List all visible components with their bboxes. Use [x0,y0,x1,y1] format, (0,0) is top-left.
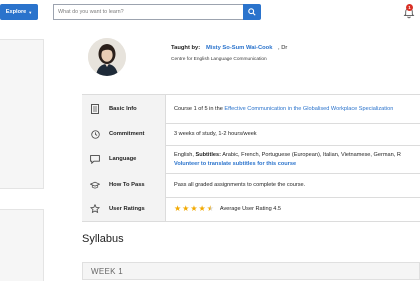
info-label: How To Pass [109,182,145,188]
star-icon: ★ [198,204,206,213]
info-value: ★ ★ ★ ★ ★ Average User Rating 4.5 [166,197,420,221]
info-label-cell: Basic Info [82,95,166,123]
info-row-how-to-pass: How To Pass Pass all graded assignments … [82,173,420,198]
info-row-user-ratings: User Ratings ★ ★ ★ ★ ★ Average User Rati… [82,197,420,222]
chevron-down-icon: ▼ [28,9,33,15]
average-rating-text: Average User Rating 4.5 [219,206,282,212]
info-row-basic-info: Basic Info Course 1 of 5 in the Effectiv… [82,95,420,124]
info-value: Pass all graded assignments to complete … [166,173,420,197]
info-value: English, Subtitles: Arabic, French, Port… [166,145,420,173]
notification-badge: 1 [406,4,413,11]
graduation-cap-icon [90,180,100,190]
taught-by-label: Taught by: [171,45,201,51]
info-row-language: Language English, Subtitles: Arabic, Fre… [82,145,420,174]
basic-info-text: Course 1 of 5 in the [174,106,225,112]
search-icon [248,8,256,16]
search-input[interactable]: What do you want to learn? [53,4,243,20]
instructor-title: , Dr [278,45,288,51]
info-label: User Ratings [109,206,145,212]
course-info-table: Basic Info Course 1 of 5 in the Effectiv… [82,94,420,222]
half-star-icon: ★ [206,204,214,213]
how-to-pass-text: Pass all graded assignments to complete … [174,182,306,188]
star-outline-icon [90,204,100,214]
week-1-section[interactable]: WEEK 1 [82,262,420,280]
star-icon: ★ [182,204,190,213]
commitment-text: 3 weeks of study, 1-2 hours/week [174,131,257,137]
info-value: 3 weeks of study, 1-2 hours/week [166,123,420,145]
instructor-name-link[interactable]: Misty So-Sum Wai-Cook [206,45,272,51]
document-icon [90,104,100,114]
instructor-avatar [88,38,126,76]
search-button[interactable] [243,4,261,20]
volunteer-translate-link[interactable]: Volunteer to translate subtitles for thi… [174,161,420,167]
info-label-cell: How To Pass [82,173,166,197]
top-bar: Explore ▼ What do you want to learn? 1 [0,0,420,26]
sidebar-card [0,209,44,281]
sidebar-card [0,39,44,189]
language-text: English, [174,151,196,158]
info-label: Language [109,156,137,162]
info-label: Commitment [109,131,145,137]
info-label-cell: User Ratings [82,197,166,221]
instructor-organization: Centre for English Language Communicatio… [171,57,267,62]
info-row-commitment: Commitment 3 weeks of study, 1-2 hours/w… [82,123,420,146]
info-value: Course 1 of 5 in the Effective Communica… [166,95,420,123]
info-label-cell: Language [82,145,166,173]
subtitles-label: Subtitles: [195,151,221,158]
specialization-link[interactable]: Effective Communication in the Globalise… [224,106,393,112]
speech-bubble-icon [90,154,100,164]
rating-stars: ★ ★ ★ ★ ★ [174,205,214,213]
search-placeholder: What do you want to learn? [58,9,124,15]
subtitles-list: Arabic, French, Portuguese (European), I… [220,151,401,158]
week-label: WEEK 1 [91,267,124,276]
info-label: Basic Info [109,106,137,112]
info-label-cell: Commitment [82,123,166,145]
language-line: English, Subtitles: Arabic, French, Port… [174,152,420,158]
clock-icon [90,129,100,139]
explore-button[interactable]: Explore ▼ [0,4,38,20]
syllabus-heading: Syllabus [82,233,124,245]
star-icon: ★ [174,204,182,213]
explore-label: Explore [5,9,27,15]
basic-info-line: Course 1 of 5 in the Effective Communica… [174,106,420,112]
star-icon: ★ [190,204,198,213]
